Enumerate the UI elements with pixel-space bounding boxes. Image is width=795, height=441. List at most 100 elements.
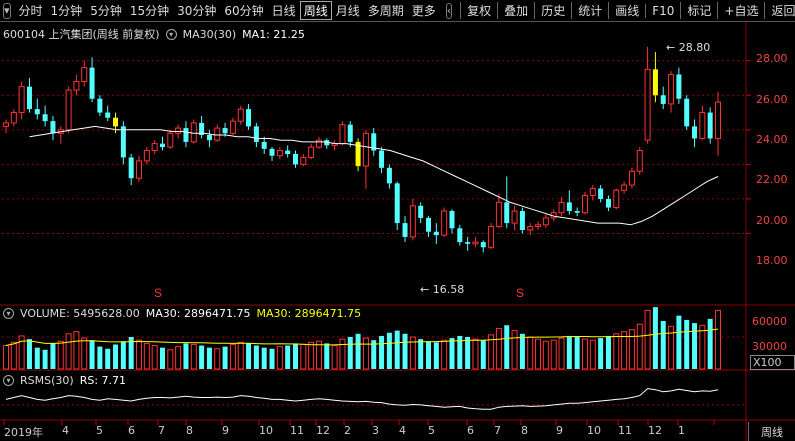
signal-s-marker-1: S: [516, 286, 524, 300]
volume-bar-65: [511, 330, 518, 370]
candle-body-2: [18, 86, 25, 114]
volume-bar-49: [386, 332, 392, 369]
candle-body-19: [151, 143, 158, 152]
volume-bar-61: [480, 340, 486, 369]
candle-body-77: [605, 198, 611, 208]
candle-body-50: [394, 183, 400, 224]
volume-bar-42: [331, 345, 338, 370]
volume-bar-8: [65, 333, 72, 370]
volume-bar-74: [581, 338, 588, 370]
price-tick-4: 20.00: [756, 214, 788, 227]
candle-body-31: [246, 109, 252, 127]
candle-body-62: [488, 226, 495, 248]
volume-bar-79: [621, 331, 628, 370]
candle-body-33: [261, 141, 267, 149]
candle-body-83: [652, 69, 658, 96]
tool-button-2[interactable]: 历史: [534, 2, 571, 19]
candle-body-21: [167, 132, 174, 148]
low-price-label: ← 16.58: [420, 283, 465, 296]
volume-bar-77: [605, 335, 611, 369]
volume-bar-45: [355, 333, 361, 369]
tab-10[interactable]: 更多: [408, 2, 440, 19]
volume-bar-39: [308, 341, 315, 370]
volume-bar-9: [73, 331, 80, 370]
high-price-value: 28.80: [678, 41, 711, 54]
candle-body-8: [65, 89, 72, 131]
tool-button-7[interactable]: +自选: [717, 2, 764, 19]
tab-3[interactable]: 15分钟: [126, 2, 173, 19]
tab-0[interactable]: 分时: [15, 2, 47, 19]
candle-body-10: [81, 67, 88, 82]
volume-bar-5: [42, 349, 48, 369]
volume-bar-70: [550, 339, 557, 370]
candle-body-65: [511, 210, 518, 224]
ma-legend-value: MA1: 21.25: [242, 27, 305, 41]
volume-bar-46: [362, 337, 369, 370]
chevron-left-icon[interactable]: ‹: [445, 2, 453, 19]
tab-7[interactable]: 周线: [299, 1, 332, 20]
candle-body-54: [426, 217, 432, 232]
candle-body-89: [699, 112, 706, 139]
candle-body-14: [113, 117, 119, 127]
volume-bar-78: [613, 333, 620, 370]
volume-bar-83: [652, 307, 658, 369]
volume-bar-88: [692, 323, 698, 369]
candle-body-12: [97, 98, 103, 113]
period-switch-button[interactable]: 周线: [748, 422, 795, 441]
volume-bar-20: [159, 347, 165, 369]
volume-bar-67: [527, 336, 534, 370]
tab-2[interactable]: 5分钟: [86, 2, 126, 19]
volume-bar-18: [143, 342, 150, 370]
candle-body-90: [707, 112, 713, 139]
candle-body-82: [644, 68, 651, 141]
low-price-value: 16.58: [432, 283, 465, 296]
tab-8[interactable]: 月线: [332, 2, 364, 19]
volume-bar-80: [628, 329, 635, 370]
candle-body-26: [206, 135, 212, 141]
time-label-7: 10: [259, 424, 273, 437]
tool-button-1[interactable]: 叠加: [497, 2, 534, 19]
candle-body-36: [285, 150, 291, 154]
volume-bar-66: [519, 333, 525, 369]
candle-body-55: [433, 231, 439, 236]
candle-body-43: [339, 124, 346, 145]
high-price-label: ← 28.80: [666, 41, 711, 54]
tab-6[interactable]: 日线: [268, 2, 300, 19]
time-label-12: 4: [399, 424, 406, 437]
chevron-down-icon[interactable]: ▾: [3, 2, 11, 19]
tab-5[interactable]: 60分钟: [220, 2, 267, 19]
volume-tick-60000: 60000: [752, 315, 787, 328]
tab-1[interactable]: 1分钟: [47, 2, 87, 19]
candle-body-86: [676, 74, 682, 99]
volume-bar-4: [34, 347, 40, 369]
dropdown-circle-icon[interactable]: ▾: [3, 308, 14, 319]
volume-bar-56: [441, 339, 448, 370]
tool-button-6[interactable]: 标记: [680, 2, 717, 19]
candle-body-3: [26, 86, 32, 110]
rsms-legend-value: RS: 7.71: [79, 374, 127, 387]
time-label-6: 9: [222, 424, 229, 437]
volume-bar-12: [97, 346, 103, 369]
dropdown-circle-icon[interactable]: ▾: [3, 375, 14, 386]
tab-9[interactable]: 多周期: [364, 2, 408, 19]
volume-ma-yellow: MA30: 2896471.75: [256, 307, 362, 320]
tool-button-3[interactable]: 统计: [571, 2, 608, 19]
volume-bar-10: [81, 337, 88, 370]
candle-body-5: [42, 114, 48, 122]
period-tabs: 分时 1分钟 5分钟 15分钟 30分钟 60分钟 日线 周线 月线 多周期 更多: [15, 1, 440, 20]
tool-button-4[interactable]: 画线: [608, 2, 645, 19]
tool-button-0[interactable]: 复权: [460, 2, 497, 19]
candle-body-6: [50, 121, 56, 134]
candle-body-49: [386, 167, 392, 184]
candle-body-20: [159, 143, 165, 148]
tab-4[interactable]: 30分钟: [173, 2, 220, 19]
candle-body-72: [566, 202, 572, 211]
volume-bar-24: [190, 343, 197, 370]
tool-button-8[interactable]: 返回: [764, 2, 795, 19]
candle-body-1: [10, 112, 17, 124]
tool-button-5[interactable]: F10: [645, 3, 680, 18]
candle-body-13: [105, 112, 111, 118]
dropdown-circle-icon[interactable]: ▾: [165, 28, 177, 40]
volume-bar-0: [3, 345, 9, 370]
candle-body-91: [715, 101, 721, 139]
